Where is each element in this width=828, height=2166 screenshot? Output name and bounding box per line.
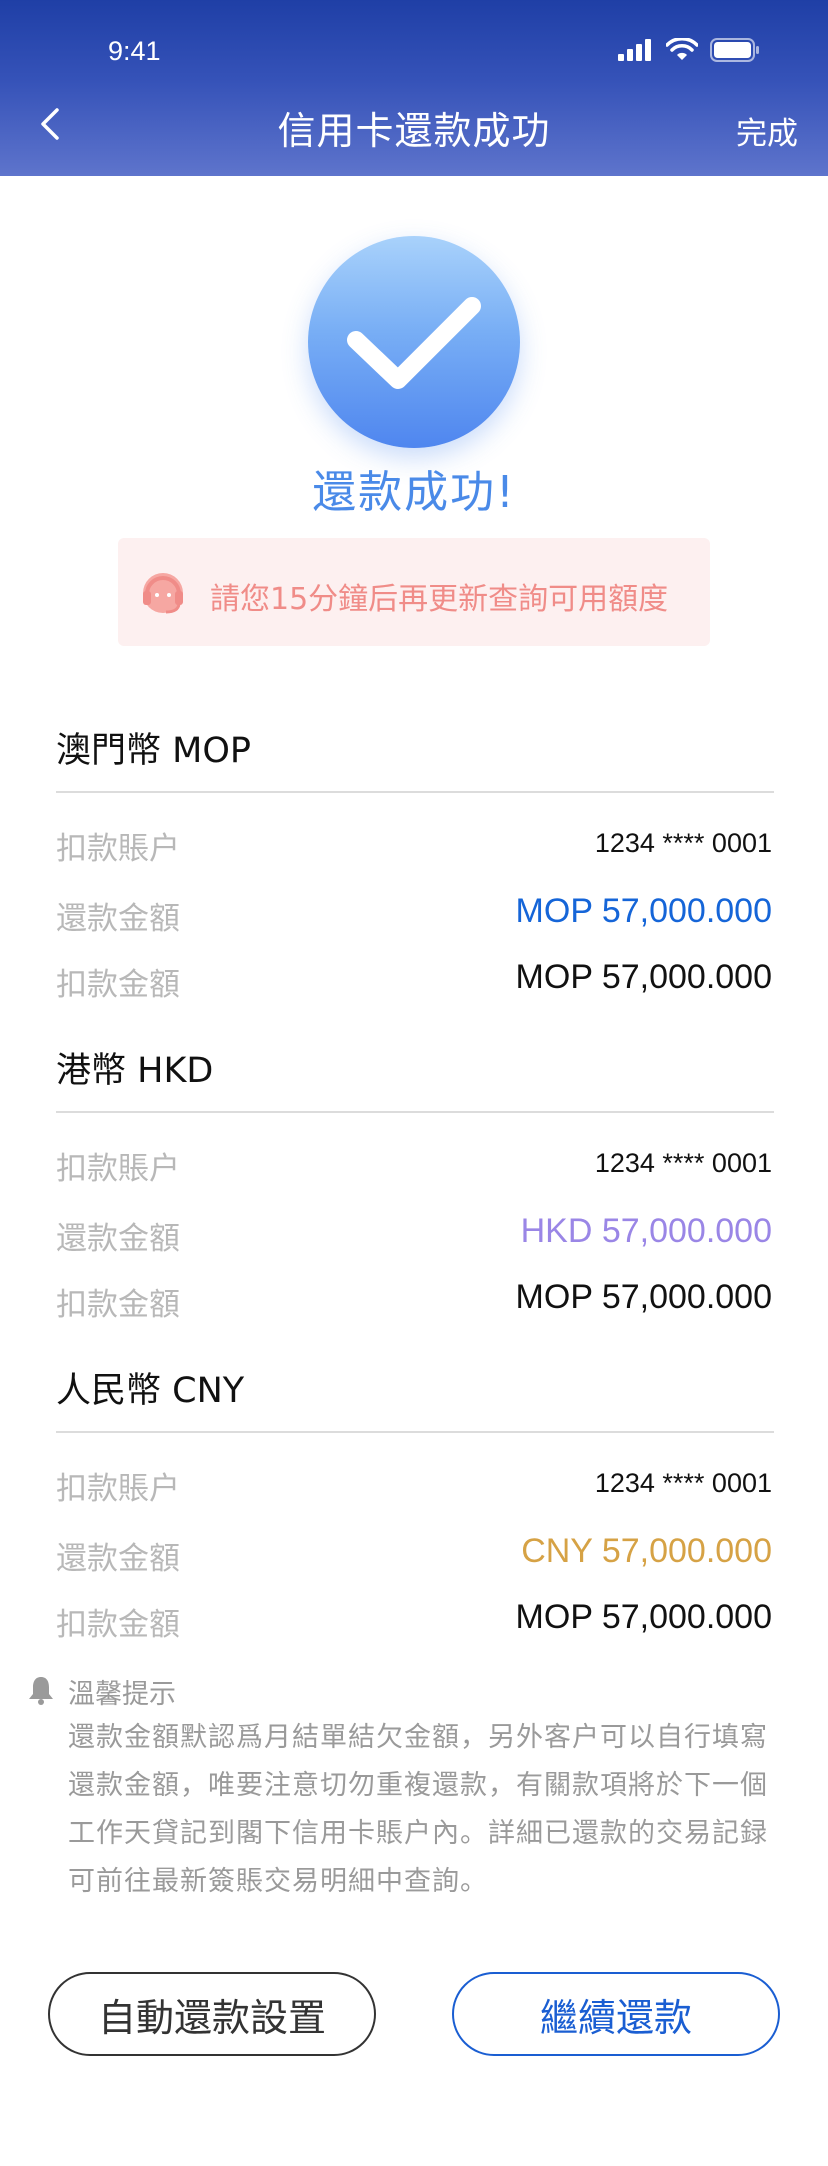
row-label-debit-account: 扣款賬户 [56, 1471, 180, 1507]
wifi-icon [666, 38, 698, 60]
row-label-repay-amount: 還款金額 [56, 1541, 180, 1577]
divider [56, 1111, 774, 1113]
row-label-debit-amount: 扣款金額 [56, 967, 180, 1003]
row-label-debit-amount: 扣款金額 [56, 1287, 180, 1323]
page-title: 信用卡還款成功 [277, 109, 551, 153]
checkmark-icon [347, 297, 481, 389]
bell-icon [29, 1677, 53, 1705]
continue-repay-button[interactable]: 繼續還款 [452, 1972, 780, 2056]
status-time: 9:41 [108, 36, 161, 66]
row-value-debit-amount: MOP 57,000.000 [515, 958, 772, 996]
notice-banner: 請您15分鐘后再更新查詢可用額度 [118, 538, 710, 646]
row-label-debit-amount: 扣款金額 [56, 1607, 180, 1643]
battery-icon [710, 38, 759, 62]
notice-text: 請您15分鐘后再更新查詢可用額度 [210, 582, 669, 617]
row-label-repay-amount: 還款金額 [56, 901, 180, 937]
tips-title: 溫馨提示 [68, 1679, 176, 1710]
row-label-repay-amount: 還款金額 [56, 1221, 180, 1257]
section-title-cny: 人民幣 CNY [56, 1371, 245, 1411]
headset-icon [143, 573, 183, 614]
section-title-mop: 澳門幣 MOP [56, 731, 251, 771]
row-value-debit-amount: MOP 57,000.000 [515, 1278, 772, 1316]
success-title: 還款成功! [312, 467, 516, 518]
divider [56, 791, 774, 793]
row-value-debit-account: 1234 **** 0001 [594, 1468, 772, 1498]
row-value-repay-amount: MOP 57,000.000 [515, 892, 772, 930]
app-header: 9:41 信用卡還款成功 完成 [0, 0, 828, 176]
row-value-debit-account: 1234 **** 0001 [594, 1148, 772, 1178]
row-value-repay-amount: HKD 57,000.000 [520, 1212, 772, 1250]
status-icons [618, 38, 760, 62]
done-button[interactable]: 完成 [736, 108, 798, 153]
success-badge [308, 236, 520, 448]
row-value-debit-amount: MOP 57,000.000 [515, 1598, 772, 1636]
section-title-hkd: 港幣 HKD [56, 1051, 214, 1091]
tips-body: 還款金額默認爲月結單結欠金額，另外客户可以自行填寫還款金額，唯要注意切勿重複還款… [68, 1722, 768, 1897]
row-value-repay-amount: CNY 57,000.000 [521, 1532, 772, 1570]
signal-icon [618, 39, 651, 61]
row-value-debit-account: 1234 **** 0001 [594, 828, 772, 858]
row-label-debit-account: 扣款賬户 [56, 1151, 180, 1187]
divider [56, 1431, 774, 1433]
row-label-debit-account: 扣款賬户 [56, 831, 180, 867]
auto-repay-settings-button[interactable]: 自動還款設置 [48, 1972, 376, 2056]
